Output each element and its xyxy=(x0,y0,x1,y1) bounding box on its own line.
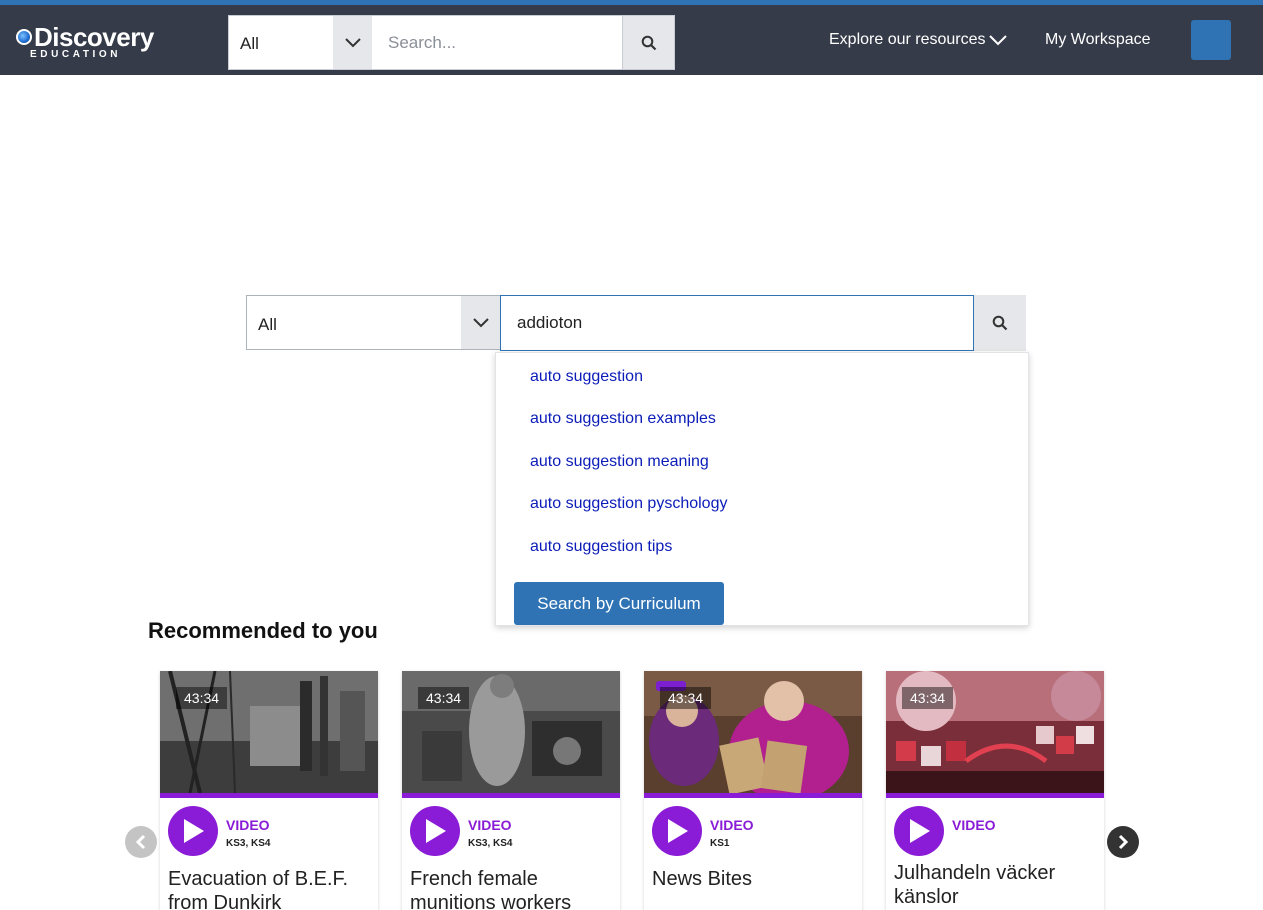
explore-resources-label: Explore our resources xyxy=(829,31,986,48)
logo-wordmark: Discovery xyxy=(34,22,154,52)
search-suggestions-dropdown: auto suggestion auto suggestion examples… xyxy=(495,352,1029,626)
suggestion-item[interactable]: auto suggestion xyxy=(530,368,643,386)
discovery-education-logo[interactable]: Discovery EDUCATION xyxy=(16,24,156,62)
key-stage: KS3, KS4 xyxy=(468,838,513,849)
resource-type: VIDEO xyxy=(710,817,754,833)
suggestion-item[interactable]: auto suggestion examples xyxy=(530,410,716,428)
resource-type: VIDEO xyxy=(226,817,270,833)
globe-icon xyxy=(16,29,32,45)
key-stage: KS1 xyxy=(710,838,730,849)
header-search-button[interactable] xyxy=(622,15,675,70)
key-stage: KS3, KS4 xyxy=(226,838,271,849)
video-thumbnail[interactable]: 43:34 xyxy=(402,671,620,793)
resource-card[interactable]: 43:34 VIDEO KS3, KS4 Evacuation of B.E.F… xyxy=(160,671,378,910)
resource-card[interactable]: 43:34 VIDEO KS1 News Bites xyxy=(644,671,862,910)
header-scope-value: All xyxy=(240,34,259,53)
search-icon xyxy=(992,315,1008,331)
main-scope-value: All xyxy=(258,315,277,334)
video-duration: 43:34 xyxy=(902,687,954,709)
main-scope-select[interactable]: All xyxy=(246,295,502,350)
resource-title[interactable]: Julhandeln väcker känslor xyxy=(894,861,1099,909)
play-icon[interactable] xyxy=(652,806,702,856)
main-search-input[interactable] xyxy=(500,295,974,351)
play-icon[interactable] xyxy=(168,806,218,856)
header-scope-select[interactable]: All xyxy=(228,15,373,70)
resource-type: VIDEO xyxy=(952,817,996,833)
video-accent-bar xyxy=(160,793,378,798)
video-duration: 43:34 xyxy=(176,687,228,709)
video-thumbnail[interactable]: 43:34 xyxy=(644,671,862,793)
resource-title[interactable]: Evacuation of B.E.F. from Dunkirk xyxy=(168,867,373,910)
chevron-down-icon xyxy=(988,35,1007,46)
video-duration: 43:34 xyxy=(418,687,470,709)
my-workspace-link[interactable]: My Workspace xyxy=(1045,31,1151,49)
user-avatar[interactable] xyxy=(1191,20,1231,60)
suggestion-item[interactable]: auto suggestion tips xyxy=(530,538,672,556)
carousel-next-button[interactable] xyxy=(1107,826,1139,858)
resource-title[interactable]: French female munitions workers xyxy=(410,867,615,910)
suggestion-item[interactable]: auto suggestion meaning xyxy=(530,453,709,471)
suggestion-item[interactable]: auto suggestion pyschology xyxy=(530,495,727,513)
play-icon[interactable] xyxy=(894,806,944,856)
logo-subtitle: EDUCATION xyxy=(30,49,122,60)
video-thumbnail[interactable]: 43:34 xyxy=(886,671,1104,793)
resource-card[interactable]: 43:34 VIDEO Julhandeln väcker känslor xyxy=(886,671,1104,910)
chevron-down-icon[interactable] xyxy=(461,296,501,349)
resource-title[interactable]: News Bites xyxy=(652,867,857,891)
chevron-right-icon xyxy=(1118,834,1129,850)
header-search-input[interactable] xyxy=(372,15,623,70)
resource-card[interactable]: 43:34 VIDEO KS3, KS4 French female munit… xyxy=(402,671,620,910)
recommended-heading: Recommended to you xyxy=(148,618,378,643)
search-icon xyxy=(641,35,656,50)
video-duration: 43:34 xyxy=(660,687,712,709)
video-accent-bar xyxy=(402,793,620,798)
play-icon[interactable] xyxy=(410,806,460,856)
site-header: Discovery EDUCATION All Explore our reso… xyxy=(0,5,1263,75)
video-accent-bar xyxy=(644,793,862,798)
video-accent-bar xyxy=(886,793,1104,798)
video-thumbnail[interactable]: 43:34 xyxy=(160,671,378,793)
chevron-down-icon[interactable] xyxy=(333,16,372,69)
main-search-button[interactable] xyxy=(974,295,1026,351)
chevron-left-icon xyxy=(135,834,146,850)
search-by-curriculum-button[interactable]: Search by Curriculum xyxy=(514,582,724,625)
explore-resources-menu[interactable]: Explore our resources xyxy=(829,31,1008,49)
resource-type: VIDEO xyxy=(468,817,512,833)
carousel-prev-button[interactable] xyxy=(125,826,157,858)
